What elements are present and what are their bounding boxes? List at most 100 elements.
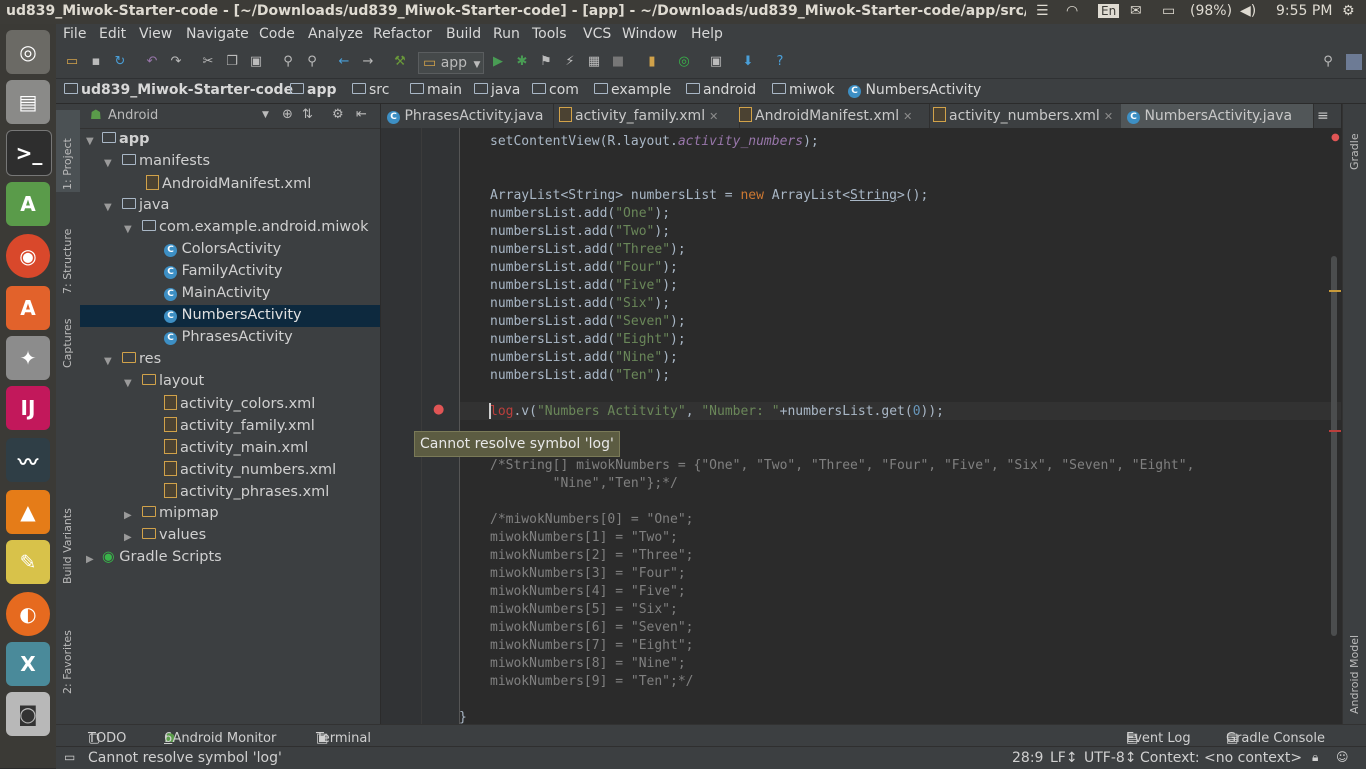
sdk-manager-icon[interactable]: ⬇ — [740, 54, 756, 70]
undo-icon[interactable]: ↶ — [144, 54, 160, 70]
software-center-icon[interactable]: A — [6, 286, 50, 330]
battery-percent[interactable]: (98%) — [1190, 3, 1232, 19]
android-studio-icon[interactable]: A — [6, 182, 50, 226]
run-config-select[interactable]: ▭ app ▼ — [418, 52, 484, 74]
menu-edit[interactable]: Edit — [99, 26, 126, 42]
breadcrumb-numbers-activity[interactable]: C NumbersActivity — [848, 82, 981, 98]
breadcrumb-com[interactable]: com — [532, 82, 579, 98]
collapse-arrow-icon[interactable]: ▶ — [86, 554, 94, 565]
inspector-icon[interactable]: ☺ — [1336, 750, 1349, 764]
tree-item-colors-activity[interactable]: C ColorsActivity — [164, 241, 281, 257]
back-icon[interactable]: ← — [336, 54, 352, 70]
project-view-mode[interactable]: Android — [108, 108, 158, 123]
vlc-icon[interactable]: ▲ — [6, 490, 50, 534]
tree-item-values[interactable]: values — [142, 527, 206, 543]
menu-navigate[interactable]: Navigate — [186, 26, 249, 42]
gradle-sync-icon[interactable]: ◎ — [676, 54, 692, 70]
panel-settings-icon[interactable]: ⚙ — [332, 107, 344, 122]
close-icon[interactable]: ✕ — [903, 110, 912, 123]
menu-vcs[interactable]: VCS — [583, 26, 611, 42]
xampp-icon[interactable]: X — [6, 642, 50, 686]
run-icon[interactable]: ▶ — [490, 54, 506, 70]
expand-arrow-icon[interactable]: ▼ — [104, 202, 112, 213]
intention-bulb-icon[interactable]: ● — [433, 402, 444, 417]
keyboard-language[interactable]: En — [1098, 4, 1120, 18]
view-mode-chevron-icon[interactable]: ▼ — [262, 110, 269, 120]
avd-manager-icon[interactable]: ▮ — [644, 54, 660, 70]
tree-item-family-activity[interactable]: C FamilyActivity — [164, 263, 283, 279]
menu-tools[interactable]: Tools — [532, 26, 567, 42]
menu-view[interactable]: View — [139, 26, 172, 42]
menu-file[interactable]: File — [63, 26, 86, 42]
tab-numbers-activity[interactable]: C NumbersActivity.java — [1121, 104, 1314, 128]
tree-item-mipmap[interactable]: mipmap — [142, 505, 219, 521]
help-icon[interactable]: ? — [772, 54, 788, 70]
collapse-all-icon[interactable]: ⇅ — [302, 107, 313, 122]
battery-icon[interactable]: ▭ — [1162, 3, 1175, 19]
coverage-icon[interactable]: ▦ — [586, 54, 602, 70]
breadcrumb-android[interactable]: android — [686, 82, 756, 98]
copy-icon[interactable]: ❐ — [224, 54, 240, 70]
tool-tab-favorites[interactable]: 2: Favorites — [61, 630, 74, 694]
attach-debugger-icon[interactable]: ⚑ — [538, 54, 554, 70]
apply-changes-icon[interactable]: ⚡ — [562, 54, 578, 70]
notes-icon[interactable]: ✎ — [6, 540, 50, 584]
tree-item-main-activity[interactable]: C MainActivity — [164, 285, 270, 301]
chrome-icon[interactable]: ◉ — [6, 234, 50, 278]
camera-icon[interactable]: ◙ — [6, 692, 50, 736]
tool-tab-structure[interactable]: 7: Structure — [61, 229, 74, 294]
device-monitor-icon[interactable]: ▣ — [708, 54, 724, 70]
menu-analyze[interactable]: Analyze — [308, 26, 363, 42]
tab-android-manifest[interactable]: AndroidManifest.xml ✕ — [733, 104, 930, 128]
error-stripe-mark[interactable] — [1329, 430, 1341, 432]
menu-window[interactable]: Window — [622, 26, 677, 42]
tree-item-activity-colors[interactable]: activity_colors.xml — [164, 395, 315, 412]
collapse-arrow-icon[interactable]: ▶ — [124, 532, 132, 543]
volume-icon[interactable]: ◀) — [1240, 3, 1256, 19]
tree-item-app[interactable]: app — [102, 131, 150, 147]
wifi-icon[interactable]: ◠ — [1066, 3, 1078, 19]
breadcrumb-src[interactable]: src — [352, 82, 389, 98]
breadcrumb-example[interactable]: example — [594, 82, 671, 98]
save-icon[interactable]: ▪ — [88, 54, 104, 70]
error-indicator-icon[interactable]: ● — [1331, 132, 1340, 143]
tree-item-package[interactable]: com.example.android.miwok — [142, 219, 369, 235]
debug-icon[interactable]: ✱ — [514, 54, 530, 70]
tree-item-manifests[interactable]: manifests — [122, 153, 210, 169]
collapse-arrow-icon[interactable]: ▶ — [124, 510, 132, 521]
breadcrumb-project[interactable]: ud839_Miwok-Starter-code — [64, 82, 293, 98]
tree-item-res[interactable]: res — [122, 351, 161, 367]
tool-tab-gradle[interactable]: Gradle — [1348, 133, 1361, 170]
ubuntu-dash-icon[interactable]: ◎ — [6, 30, 50, 74]
make-project-icon[interactable]: ⚒ — [392, 54, 408, 70]
tool-tab-android-model[interactable]: Android Model — [1348, 635, 1361, 714]
line-separator[interactable]: LF↕ — [1050, 750, 1078, 766]
tree-item-numbers-activity[interactable]: C NumbersActivity — [164, 307, 302, 323]
menu-build[interactable]: Build — [446, 26, 481, 42]
search-everywhere-icon[interactable]: ⚲ — [1320, 54, 1336, 70]
menu-help[interactable]: Help — [691, 26, 723, 42]
tree-item-phrases-activity[interactable]: C PhrasesActivity — [164, 329, 293, 345]
file-encoding[interactable]: UTF-8↕ — [1084, 750, 1137, 766]
replace-icon[interactable]: ⚲ — [304, 54, 320, 70]
cut-icon[interactable]: ✂ — [200, 54, 216, 70]
tab-activity-numbers[interactable]: activity_numbers.xml ✕ — [927, 104, 1122, 128]
close-icon[interactable]: ✕ — [1104, 110, 1113, 123]
status-toggle-icon[interactable]: ▭ — [64, 750, 75, 764]
menu-refactor[interactable]: Refactor — [373, 26, 432, 42]
terminal-icon[interactable]: >_ — [6, 130, 52, 176]
tool-tab-captures[interactable]: Captures — [61, 319, 74, 368]
open-folder-icon[interactable]: ▭ — [64, 54, 80, 70]
code-editor[interactable]: setContentView(R.layout.activity_numbers… — [381, 128, 1341, 724]
paste-icon[interactable]: ▣ — [248, 54, 264, 70]
system-monitor-icon[interactable]: 〰 — [6, 438, 50, 482]
tool-tab-project[interactable]: 1: Project — [61, 138, 74, 190]
stop-icon[interactable]: ■ — [610, 54, 626, 70]
tree-item-activity-main[interactable]: activity_main.xml — [164, 439, 308, 456]
expand-arrow-icon[interactable]: ▼ — [104, 356, 112, 367]
tree-item-layout[interactable]: layout — [142, 373, 204, 389]
firefox-icon[interactable]: ◐ — [6, 592, 50, 636]
intellij-icon[interactable]: IJ — [6, 386, 50, 430]
expand-arrow-icon[interactable]: ▼ — [86, 136, 94, 147]
lock-icon[interactable]: 🔒︎ — [1312, 750, 1318, 765]
